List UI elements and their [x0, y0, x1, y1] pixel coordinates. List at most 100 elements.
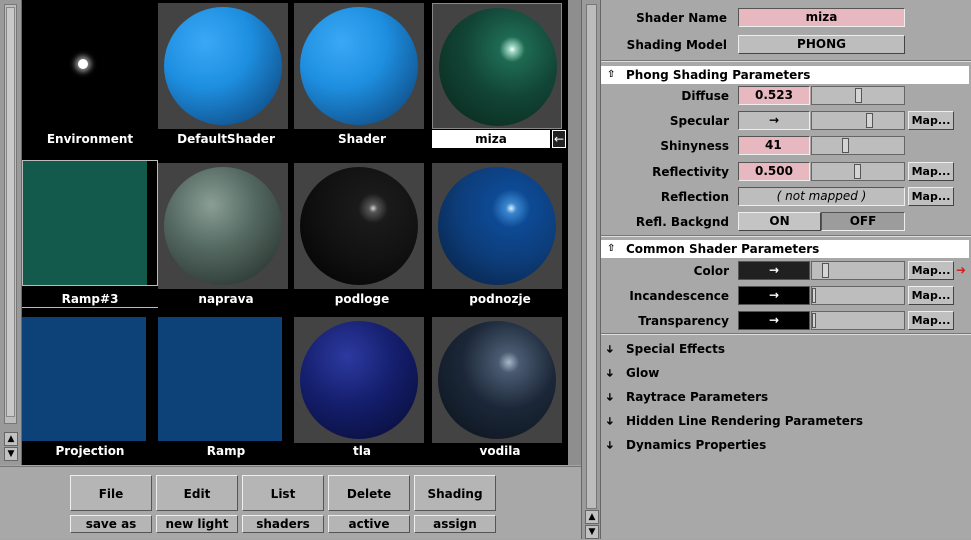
shading-button[interactable]: Shading — [414, 475, 496, 511]
phong-section-header[interactable]: ⇧ Phong Shading Parameters — [601, 66, 969, 84]
hidden-line-rendering-section[interactable]: ➜ Hidden Line Rendering Parameters — [601, 410, 971, 432]
shader-label[interactable]: miza — [432, 130, 550, 148]
scrollbar-trough[interactable] — [586, 4, 597, 509]
scroll-down-icon[interactable]: ▼ — [585, 525, 599, 539]
shader-sphere-preview — [164, 167, 282, 285]
shader-cell-miza[interactable]: miza ← — [432, 0, 568, 156]
delete-button[interactable]: Delete — [328, 475, 410, 511]
specular-slider[interactable] — [811, 111, 905, 130]
color-label: Color — [693, 264, 729, 278]
specular-slider-knob[interactable] — [866, 113, 873, 128]
edit-arrow-icon[interactable]: ← — [552, 130, 566, 148]
color-slider[interactable] — [811, 261, 905, 280]
shader-cell-environment[interactable]: Environment — [22, 0, 158, 156]
shader-cell-tla[interactable]: tla — [294, 314, 430, 470]
shader-cell-ramp3[interactable]: Ramp#3 — [22, 160, 158, 316]
edit-button[interactable]: Edit — [156, 475, 238, 511]
expand-arrow-icon[interactable]: ➜ — [599, 416, 621, 425]
dynamics-properties-section[interactable]: ➜ Dynamics Properties — [601, 434, 971, 456]
diffuse-slider[interactable] — [811, 86, 905, 105]
reflectivity-slider-knob[interactable] — [854, 164, 861, 179]
shader-grid: Environment DefaultShader Shader miza ← — [22, 0, 568, 465]
reflectivity-slider[interactable] — [811, 162, 905, 181]
projection-swatch[interactable] — [22, 317, 146, 441]
shader-cell-vodila[interactable]: vodila — [432, 314, 568, 470]
common-section-header[interactable]: ⇧ Common Shader Parameters — [601, 240, 969, 258]
reflection-map-field[interactable]: ( not mapped ) — [738, 187, 905, 206]
special-effects-section[interactable]: ➜ Special Effects — [601, 338, 971, 360]
grid-right-scrollbar[interactable] — [568, 0, 581, 465]
expand-arrow-icon[interactable]: ➜ — [599, 344, 621, 353]
shader-name-input[interactable]: miza — [738, 8, 905, 27]
shader-cell-defaultshader[interactable]: DefaultShader — [158, 0, 294, 156]
active-button[interactable]: active — [328, 515, 410, 533]
scroll-down-icon[interactable]: ▼ — [4, 447, 18, 461]
color-swatch[interactable]: → — [738, 261, 810, 280]
raytrace-parameters-section[interactable]: ➜ Raytrace Parameters — [601, 386, 971, 408]
shader-thumbnail[interactable] — [432, 163, 562, 289]
scrollbar-trough[interactable] — [4, 4, 17, 424]
glow-section[interactable]: ➜ Glow — [601, 362, 971, 384]
ramp-swatch — [23, 161, 147, 285]
shader-thumbnail[interactable] — [294, 317, 424, 443]
collapse-triangle-icon[interactable]: ⇧ — [607, 240, 615, 258]
shader-thumbnail[interactable] — [22, 160, 158, 286]
incandescence-slider[interactable] — [811, 286, 905, 305]
transparency-swatch[interactable]: → — [738, 311, 810, 330]
shader-cell-ramp[interactable]: Ramp — [158, 314, 294, 470]
panel-scrollbar[interactable]: ▲ ▼ — [581, 0, 601, 539]
reflection-map-button[interactable]: Map... — [908, 187, 954, 206]
incandescence-map-button[interactable]: Map... — [908, 286, 954, 305]
diffuse-label: Diffuse — [681, 89, 729, 103]
transparency-slider[interactable] — [811, 311, 905, 330]
refl-backgnd-off-button[interactable]: OFF — [821, 212, 905, 231]
shader-thumbnail[interactable] — [432, 317, 562, 443]
shinyness-slider-knob[interactable] — [842, 138, 849, 153]
shader-thumbnail[interactable] — [294, 3, 424, 129]
shader-cell-podloge[interactable]: podloge — [294, 160, 430, 316]
collapse-triangle-icon[interactable]: ⇧ — [607, 66, 615, 84]
new-light-button[interactable]: new light — [156, 515, 238, 533]
shader-browser: ▲ ▼ Environment DefaultShader Shader miz… — [0, 0, 581, 539]
shinyness-input[interactable]: 41 — [738, 136, 810, 155]
reflectivity-map-button[interactable]: Map... — [908, 162, 954, 181]
shader-thumbnail[interactable] — [158, 3, 288, 129]
shader-cell-shader[interactable]: Shader — [294, 0, 430, 156]
shader-thumbnail[interactable] — [158, 163, 288, 289]
transparency-slider-knob[interactable] — [812, 313, 816, 328]
shinyness-slider[interactable] — [811, 136, 905, 155]
transparency-map-button[interactable]: Map... — [908, 311, 954, 330]
incandescence-slider-knob[interactable] — [812, 288, 816, 303]
shader-cell-projection[interactable]: Projection — [22, 314, 158, 470]
expand-arrow-icon[interactable]: ➜ — [599, 392, 621, 401]
color-slider-knob[interactable] — [822, 263, 829, 278]
assign-button[interactable]: assign — [414, 515, 496, 533]
shader-thumbnail[interactable] — [22, 3, 152, 129]
refl-backgnd-on-button[interactable]: ON — [738, 212, 821, 231]
shaders-button[interactable]: shaders — [242, 515, 324, 533]
save-as-button[interactable]: save as — [70, 515, 152, 533]
browser-vertical-scrollbar[interactable]: ▲ ▼ — [0, 0, 22, 465]
incandescence-swatch[interactable]: → — [738, 286, 810, 305]
scroll-up-icon[interactable]: ▲ — [4, 432, 18, 446]
shader-thumbnail[interactable] — [432, 3, 562, 129]
ramp-swatch[interactable] — [158, 317, 282, 441]
shading-model-select[interactable]: PHONG — [738, 35, 905, 54]
diffuse-row: Diffuse 0.523 — [601, 86, 971, 108]
shader-cell-podnozje[interactable]: podnozje — [432, 160, 568, 316]
diffuse-slider-knob[interactable] — [855, 88, 862, 103]
reflectivity-input[interactable]: 0.500 — [738, 162, 810, 181]
expand-arrow-icon[interactable]: ➜ — [599, 368, 621, 377]
shading-model-label: Shading Model — [626, 38, 727, 52]
shader-cell-naprava[interactable]: naprava — [158, 160, 294, 316]
specular-map-button[interactable]: Map... — [908, 111, 954, 130]
expand-arrow-icon[interactable]: ➜ — [599, 440, 621, 449]
list-button[interactable]: List — [242, 475, 324, 511]
scrollbar-thumb[interactable] — [6, 7, 15, 417]
color-map-button[interactable]: Map... — [908, 261, 954, 280]
shader-thumbnail[interactable] — [294, 163, 424, 289]
scroll-up-icon[interactable]: ▲ — [585, 510, 599, 524]
file-button[interactable]: File — [70, 475, 152, 511]
specular-map-arrow[interactable]: → — [738, 111, 810, 130]
diffuse-input[interactable]: 0.523 — [738, 86, 810, 105]
